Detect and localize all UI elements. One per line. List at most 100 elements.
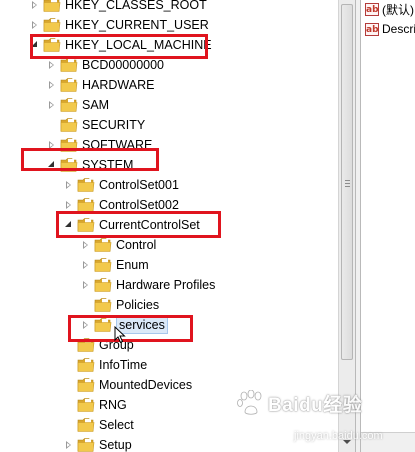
collapse-arrow-icon[interactable]	[46, 155, 58, 175]
folder-icon	[60, 78, 78, 92]
folder-icon	[43, 0, 61, 12]
tree-node-label[interactable]: HKEY_CLASSES_ROOT	[65, 0, 207, 15]
tree-node-label[interactable]: InfoTime	[99, 355, 147, 375]
expand-arrow-icon[interactable]	[80, 235, 92, 255]
tree-node-label[interactable]: HKEY_CURRENT_USER	[65, 15, 209, 35]
folder-icon	[43, 38, 61, 52]
registry-values-pane[interactable]: ab (默认) ab Description	[361, 0, 415, 452]
folder-icon	[77, 418, 95, 432]
value-row[interactable]: ab (默认)	[365, 0, 414, 18]
folder-icon	[60, 58, 78, 72]
tree-node-label[interactable]: ControlSet001	[99, 175, 179, 195]
scrollbar-grip	[345, 186, 350, 187]
tree-node-label[interactable]: SECURITY	[82, 115, 145, 135]
folder-icon	[60, 158, 78, 172]
tree-node-sam[interactable]: SAM	[46, 95, 109, 115]
scrollbar-thumb[interactable]	[341, 4, 353, 360]
tree-node-label[interactable]: Select	[99, 415, 134, 435]
folder-icon	[77, 438, 95, 452]
folder-icon	[60, 118, 78, 132]
folder-icon	[94, 298, 112, 312]
expand-arrow-icon[interactable]	[63, 175, 75, 195]
tree-node-label[interactable]: RNG	[99, 395, 127, 415]
tree-node-software[interactable]: SOFTWARE	[46, 135, 152, 155]
expand-arrow-icon[interactable]	[63, 195, 75, 215]
folder-icon	[77, 338, 95, 352]
tree-node-select[interactable]: Select	[63, 415, 134, 435]
collapse-arrow-icon[interactable]	[29, 35, 41, 55]
expand-arrow-icon[interactable]	[80, 275, 92, 295]
tree-node-enum[interactable]: Enum	[80, 255, 149, 275]
folder-icon	[94, 238, 112, 252]
tree-node-label[interactable]: CurrentControlSet	[99, 215, 200, 235]
tree-node-hkey-classes-root[interactable]: HKEY_CLASSES_ROOT	[29, 0, 207, 15]
tree-node-label[interactable]: HKEY_LOCAL_MACHINE	[65, 35, 212, 55]
tree-node-controlset002[interactable]: ControlSet002	[63, 195, 179, 215]
tree-vertical-scrollbar[interactable]	[338, 0, 355, 452]
tree-node-label[interactable]: MountedDevices	[99, 375, 192, 395]
folder-icon	[77, 218, 95, 232]
folder-icon	[77, 178, 95, 192]
folder-icon	[60, 138, 78, 152]
folder-icon	[77, 358, 95, 372]
scroll-down-arrow-icon[interactable]	[343, 440, 351, 444]
tree-node-control[interactable]: Control	[80, 235, 156, 255]
registry-editor-window: HKEY_CLASSES_ROOT HKEY_CURRENT_USER HKEY_L…	[0, 0, 415, 452]
registry-tree-pane[interactable]: HKEY_CLASSES_ROOT HKEY_CURRENT_USER HKEY_L…	[0, 0, 338, 452]
scrollbar-grip	[345, 180, 350, 181]
expand-arrow-icon[interactable]	[46, 135, 58, 155]
folder-icon	[77, 378, 95, 392]
expand-arrow-icon[interactable]	[80, 255, 92, 275]
collapse-arrow-icon[interactable]	[63, 215, 75, 235]
tree-node-label[interactable]: SOFTWARE	[82, 135, 152, 155]
tree-node-currentcontrolset[interactable]: CurrentControlSet	[63, 215, 200, 235]
scrollbar-grip	[345, 183, 350, 184]
tree-node-bcd00000000[interactable]: BCD00000000	[46, 55, 164, 75]
expand-arrow-icon[interactable]	[29, 15, 41, 35]
value-name: Description	[382, 22, 415, 36]
tree-node-mounteddevices[interactable]: MountedDevices	[63, 375, 192, 395]
tree-node-label[interactable]: Policies	[116, 295, 159, 315]
expand-arrow-icon[interactable]	[29, 0, 41, 15]
folder-icon	[60, 98, 78, 112]
tree-node-rng[interactable]: RNG	[63, 395, 127, 415]
expand-arrow-icon[interactable]	[46, 75, 58, 95]
tree-node-label[interactable]: SAM	[82, 95, 109, 115]
tree-node-label[interactable]: Enum	[116, 255, 149, 275]
tree-node-infotime[interactable]: InfoTime	[63, 355, 147, 375]
tree-node-hardware[interactable]: HARDWARE	[46, 75, 154, 95]
tree-node-label[interactable]: Control	[116, 235, 156, 255]
mouse-cursor-icon	[114, 326, 126, 344]
tree-node-setup[interactable]: Setup	[63, 435, 132, 452]
expand-arrow-icon[interactable]	[46, 95, 58, 115]
expand-arrow-icon[interactable]	[63, 435, 75, 452]
tree-node-security[interactable]: SECURITY	[46, 115, 145, 135]
tree-node-label[interactable]: ControlSet002	[99, 195, 179, 215]
expand-arrow-icon[interactable]	[80, 315, 92, 335]
tree-node-label[interactable]: Setup	[99, 435, 132, 452]
tree-node-label[interactable]: Hardware Profiles	[116, 275, 215, 295]
tree-node-hkey-current-user[interactable]: HKEY_CURRENT_USER	[29, 15, 209, 35]
tree-node-system[interactable]: SYSTEM	[46, 155, 133, 175]
string-value-icon: ab	[365, 2, 379, 16]
expand-arrow-icon[interactable]	[46, 55, 58, 75]
folder-icon	[94, 318, 112, 332]
tree-node-label[interactable]: HARDWARE	[82, 75, 154, 95]
tree-node-policies[interactable]: Policies	[80, 295, 159, 315]
value-name: (默认)	[382, 2, 414, 17]
tree-node-hardware-profiles[interactable]: Hardware Profiles	[80, 275, 215, 295]
value-row[interactable]: ab Description	[365, 20, 415, 38]
values-horizontal-scrollbar[interactable]	[361, 432, 415, 452]
tree-node-hkey-local-machine[interactable]: HKEY_LOCAL_MACHINE	[29, 35, 212, 55]
tree-node-label[interactable]: SYSTEM	[82, 155, 133, 175]
tree-node-controlset001[interactable]: ControlSet001	[63, 175, 179, 195]
tree-node-label[interactable]: BCD00000000	[82, 55, 164, 75]
folder-icon	[77, 198, 95, 212]
